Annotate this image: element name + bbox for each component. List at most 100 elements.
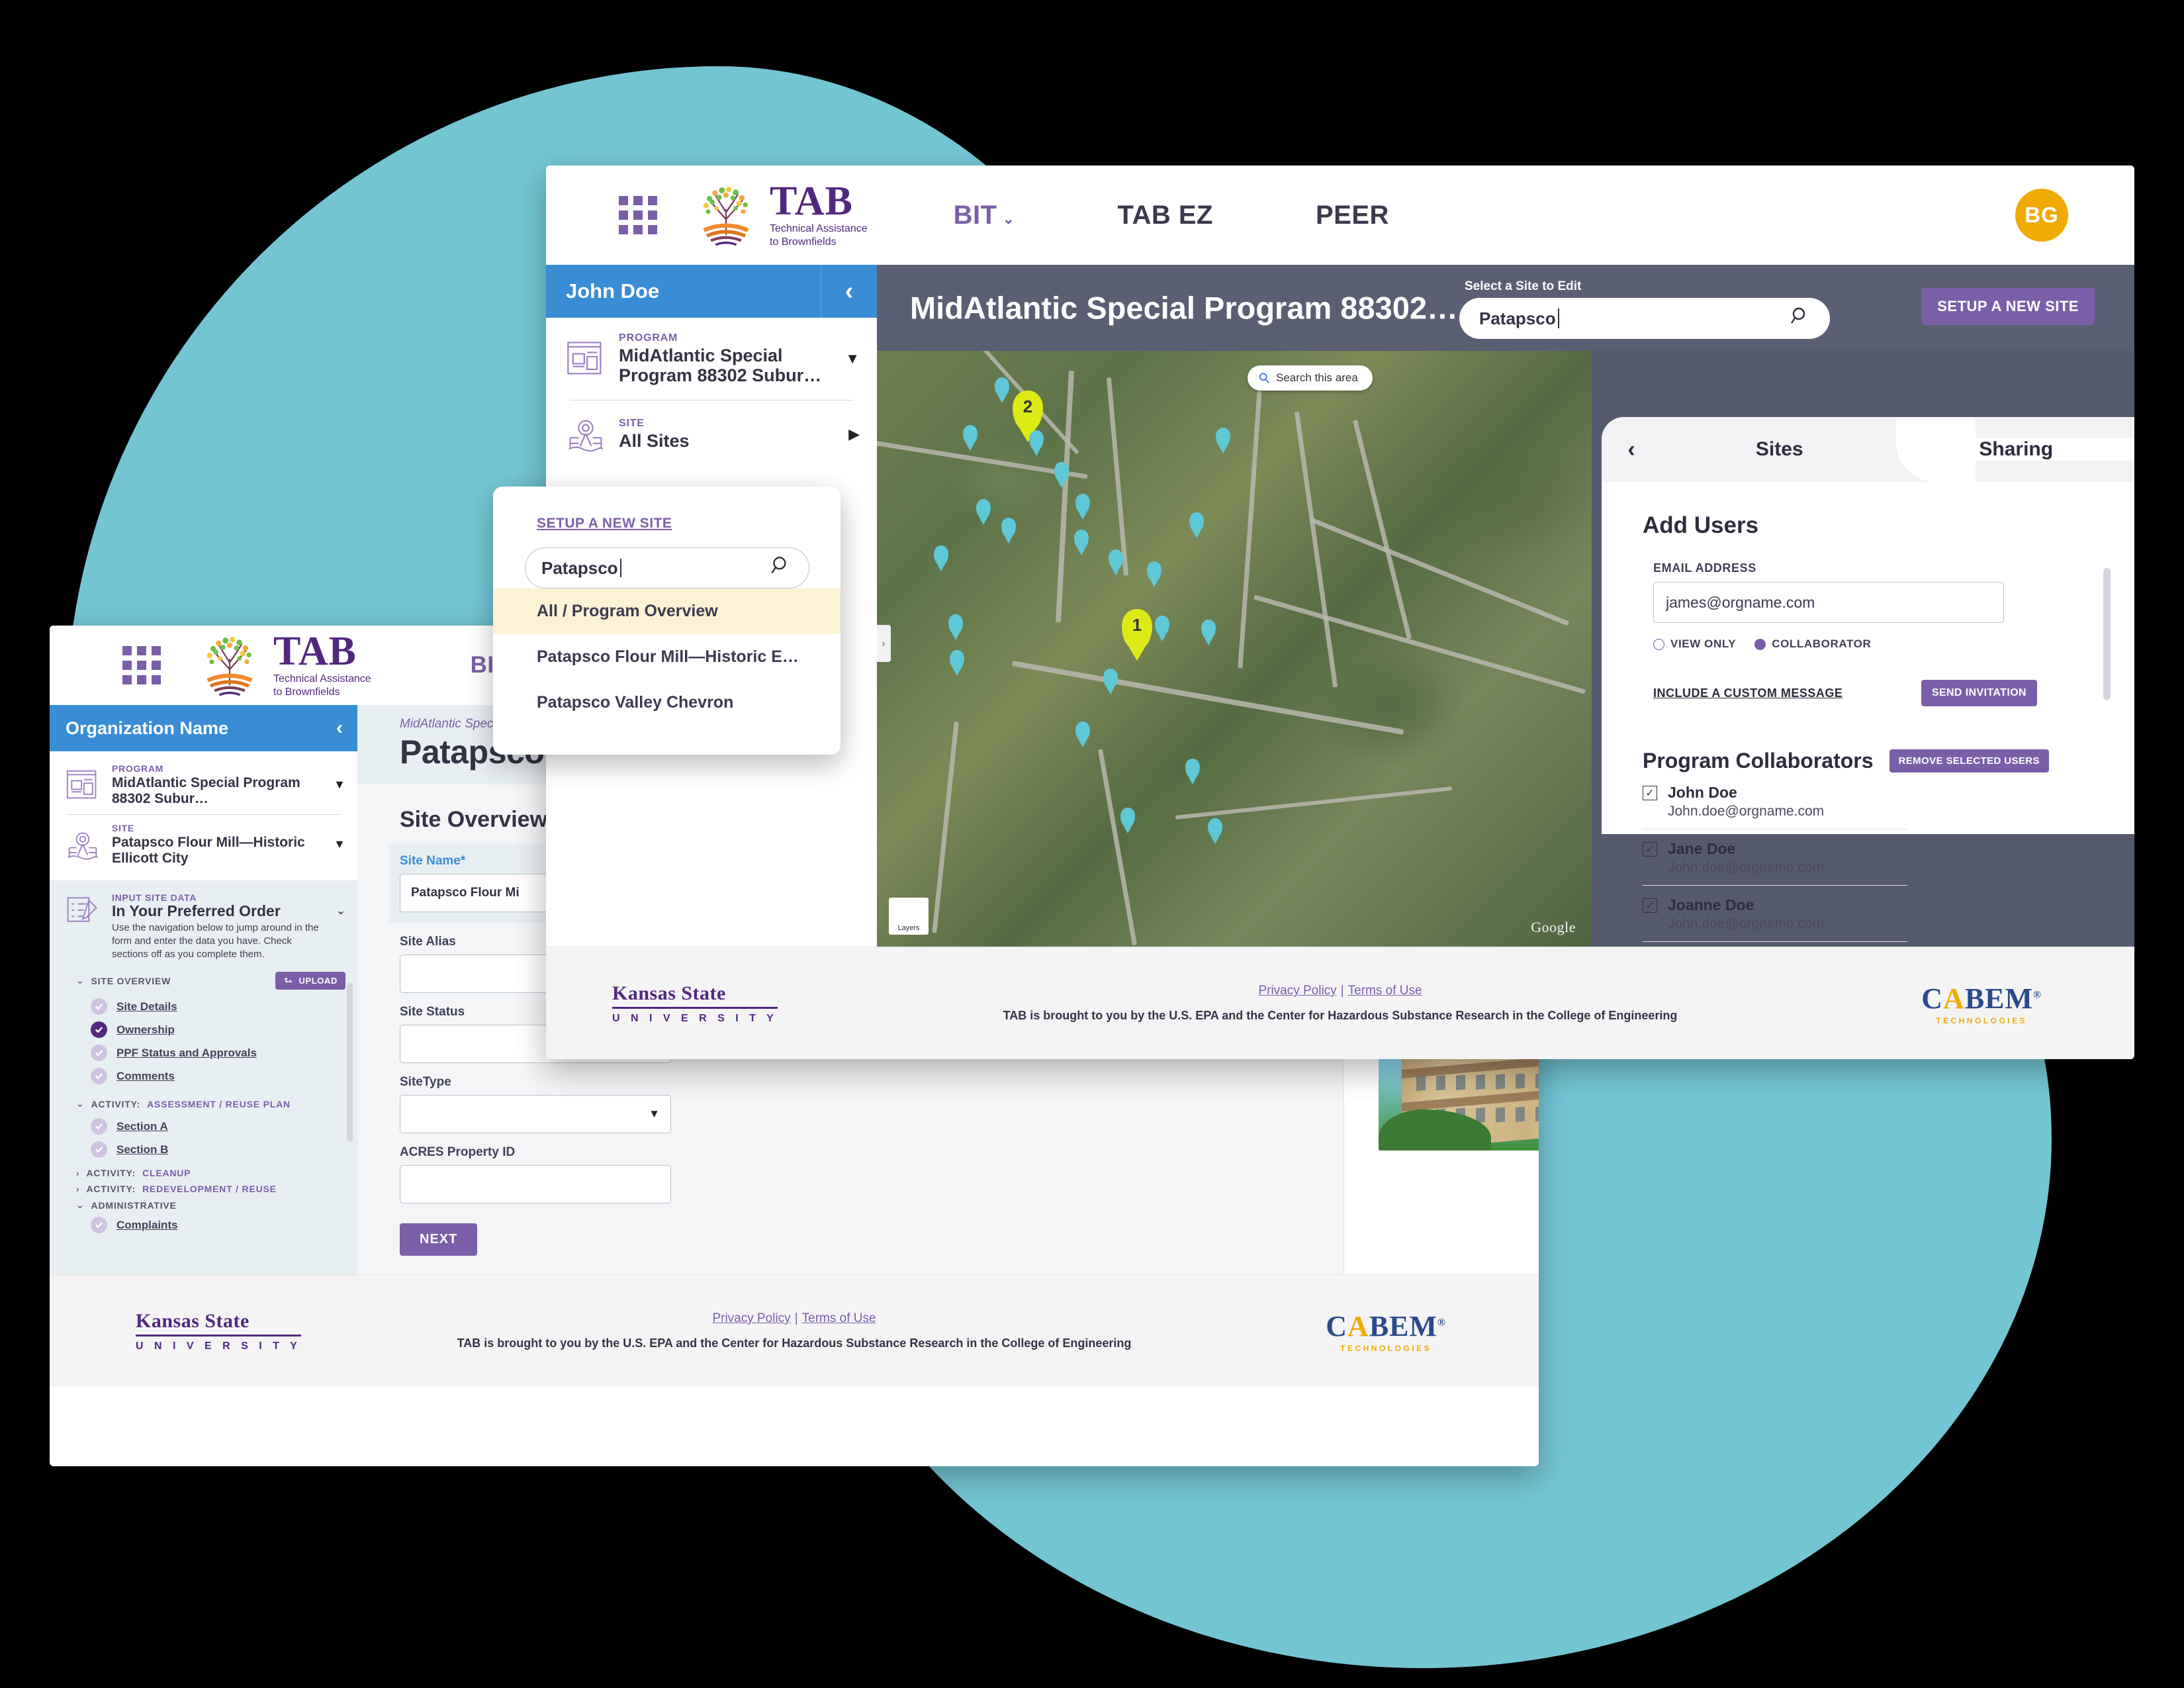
nav-description: Use the navigation below to jump around … [112,922,319,961]
nav-group-header[interactable]: › ACTIVITY: CLEANUP [50,1161,357,1180]
checkbox[interactable]: ✓ [1643,841,1657,857]
nav-item-comments[interactable]: Comments [50,1064,357,1088]
setup-new-site-button[interactable]: SETUP A NEW SITE [1921,288,2095,325]
search-this-area-button[interactable]: Search this area [1248,365,1373,391]
site-search-input[interactable]: Patapsco [1459,298,1830,339]
map-marker-2[interactable]: 2 [1013,391,1043,432]
dropdown-option-all-program-overview[interactable]: All / Program Overview [493,588,841,634]
chevron-down-icon: ⌄ [76,975,85,986]
map-poi-pin[interactable] [1208,818,1222,838]
nav-item-peer[interactable]: PEER [1316,201,1389,230]
map-poi-pin[interactable] [1074,530,1089,549]
nav-item-section-a[interactable]: Section A [50,1115,357,1138]
sharing-panel-back-button[interactable]: ‹ [1602,437,1661,463]
chevron-right-icon[interactable]: ▶ [848,426,860,443]
upload-button[interactable]: UPLOAD [275,972,345,990]
map-poi-pin[interactable] [1155,616,1169,635]
map-poi-pin[interactable] [1120,808,1135,827]
map-poi-pin[interactable] [1001,518,1016,538]
nav-group-header[interactable]: ⌄ ADMINISTRATIVE [50,1196,357,1213]
ksu-logo-line2: U N I V E R S I T Y [612,1012,778,1024]
cabem-logo-name: CABEM® [1921,982,2042,1015]
terms-of-use-link[interactable]: Terms of Use [802,1311,876,1325]
tab-logo[interactable]: TAB Technical Assistance to Brownfields [692,181,868,250]
program-selector[interactable]: PROGRAM MidAtlantic Special Program 8830… [546,318,877,400]
program-selector[interactable]: PROGRAM MidAtlantic Special Program 8830… [50,755,357,814]
nav-item-ppf-status[interactable]: PPF Status and Approvals [50,1041,357,1064]
dropdown-option-patapsco-flour-mill[interactable]: Patapsco Flour Mill—Historic E… [493,634,841,680]
nav-heading: In Your Preferred Order [112,902,281,920]
send-invitation-button[interactable]: SEND INVITATION [1921,680,2037,706]
site-type-select[interactable] [400,1095,671,1133]
user-avatar[interactable]: BG [2015,189,2068,242]
map-poi-pin[interactable] [1216,428,1230,447]
map-poi-pin[interactable] [1109,549,1123,569]
map-poi-pin[interactable] [1189,512,1204,532]
checkbox[interactable]: ✓ [1643,785,1657,800]
nav-item-section-b[interactable]: Section B [50,1138,357,1161]
email-field[interactable]: james@orgname.com [1653,582,2004,623]
tab-sites[interactable]: Sites [1661,438,1898,461]
terms-of-use-link[interactable]: Terms of Use [1348,984,1422,998]
site-selector[interactable]: SITE All Sites ▶ [546,400,877,468]
map-poi-pin[interactable] [1185,759,1200,778]
check-circle-icon [91,1217,107,1234]
map-layers-button[interactable]: Layers [889,898,929,935]
dropdown-option-patapsco-valley-chevron[interactable]: Patapsco Valley Chevron [493,680,841,726]
map-poi-pin[interactable] [1147,561,1161,581]
nav-group-header[interactable]: ⌄ ACTIVITY: ASSESSMENT / REUSE PLAN [50,1088,357,1115]
map-poi-pin[interactable] [963,425,978,445]
nav-item-bit[interactable]: BIT⌄ [954,201,1015,230]
collaborators-header: Program Collaborators REMOVE SELECTED US… [1643,749,2134,773]
search-icon[interactable] [1789,305,1811,332]
map-poi-pin[interactable] [976,499,991,519]
chevron-down-icon[interactable]: ▼ [845,350,860,367]
chevron-down-icon[interactable]: ⌄ [336,904,345,917]
radio-view-only[interactable]: VIEW ONLY [1653,637,1736,651]
nav-group-header[interactable]: › ACTIVITY: REDEVELOPMENT / REUSE [50,1180,357,1196]
radio-collaborator[interactable]: COLLABORATOR [1754,637,1871,651]
checkbox[interactable]: ✓ [1643,898,1657,913]
sidebar-collapse-button[interactable]: ‹ [821,265,877,318]
nav-item-site-details[interactable]: Site Details [50,995,357,1018]
privacy-policy-link[interactable]: Privacy Policy [1258,984,1336,998]
sidebar-collapse-button[interactable]: ‹ [336,717,343,739]
nav-item-complaints[interactable]: Complaints [50,1213,357,1237]
nav-group-title: ADMINISTRATIVE [91,1199,177,1211]
map-expand-tab[interactable]: › [877,625,891,662]
setup-new-site-link[interactable]: SETUP A NEW SITE [537,516,672,531]
site-selector[interactable]: SITE Patapsco Flour Mill—Historic Ellico… [50,815,357,874]
tab-logo[interactable]: TAB Technical Assistance to Brownfields [195,631,371,700]
privacy-policy-link[interactable]: Privacy Policy [712,1311,790,1325]
map-poi-pin[interactable] [1075,722,1090,741]
include-custom-message-link[interactable]: INCLUDE A CUSTOM MESSAGE [1653,686,1843,700]
map-poi-pin[interactable] [950,650,964,670]
map-poi-pin[interactable] [995,377,1009,397]
next-button[interactable]: NEXT [400,1223,478,1256]
nav-item-tab-ez[interactable]: TAB EZ [1118,201,1213,230]
apps-grid-icon[interactable] [122,646,161,684]
map-poi-pin[interactable] [1201,620,1216,639]
map-poi-pin[interactable] [1103,669,1118,688]
nav-group-header[interactable]: ⌄ SITE OVERVIEW UPLOAD [50,961,357,995]
search-icon[interactable] [769,554,793,583]
acres-property-id-input[interactable] [400,1165,671,1203]
nav-item-ownership[interactable]: Ownership [50,1018,357,1041]
remove-selected-users-button[interactable]: REMOVE SELECTED USERS [1889,749,2049,773]
ksu-logo-line1: Kansas State [612,982,778,1009]
chevron-down-icon[interactable]: ▼ [334,778,345,792]
sharing-scrollbar[interactable] [2103,568,2111,700]
map-poi-pin[interactable] [934,545,948,565]
sidebar-scrollbar[interactable] [347,983,353,1142]
map-poi-pin[interactable] [1075,494,1090,514]
map-poi-pin[interactable] [1029,430,1044,450]
map-poi-pin[interactable] [948,614,963,634]
map-marker-1[interactable]: 1 [1122,609,1152,650]
dropdown-search-input[interactable]: Patapsco [525,547,809,588]
nav-group-title: REDEVELOPMENT / REUSE [142,1184,277,1195]
chevron-down-icon[interactable]: ▼ [334,837,345,851]
nav-item-label: Section A [116,1119,168,1133]
apps-grid-icon[interactable] [619,196,657,234]
footer-note: TAB is brought to you by the U.S. EPA an… [1003,1009,1678,1022]
satellite-map-image[interactable]: 2 1 Search this area Google Layers [877,351,1592,947]
